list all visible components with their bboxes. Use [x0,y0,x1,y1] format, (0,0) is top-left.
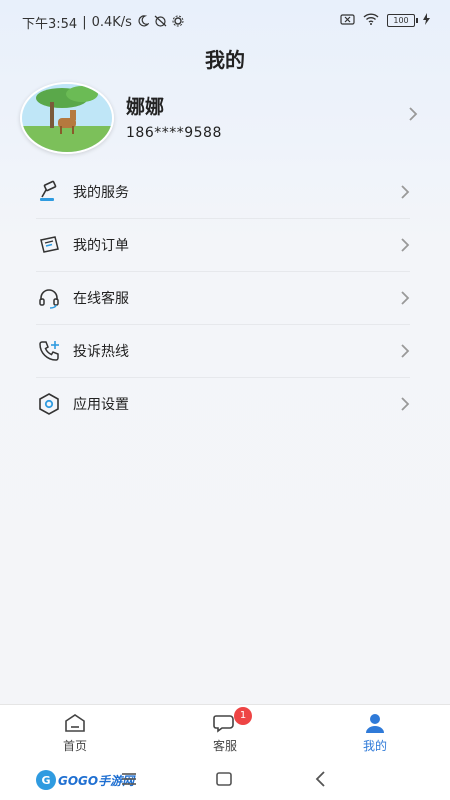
menu-list: 我的服务 我的订单 在线客服 投诉热线 应用设置 [36,166,410,430]
moon-icon [137,14,150,31]
wifi-icon [363,13,379,28]
status-bar: 下午3:54 | 0.4K/s 100 [0,0,450,42]
status-right: 100 [340,13,430,28]
menu-item-app-settings[interactable]: 应用设置 [36,378,410,430]
profile-card[interactable]: 娜娜 186****9588 [20,80,430,154]
service-icon [36,179,62,205]
home-nav-icon[interactable] [215,770,233,792]
chevron-right-icon [400,396,410,416]
headset-icon [36,285,62,311]
tab-mine[interactable]: 我的 [335,711,415,754]
settings-icon [36,391,62,417]
status-left: 下午3:54 | 0.4K/s [22,13,184,32]
menu-item-complaint-hotline[interactable]: 投诉热线 [36,325,410,378]
home-icon [35,711,115,735]
status-time: 下午3:54 [22,17,78,32]
system-nav-bar: G GOGO手游网 [0,760,450,800]
menu-item-my-orders[interactable]: 我的订单 [36,219,410,272]
bottom-tab-bar: 首页 1 客服 我的 [0,704,450,761]
avatar[interactable] [20,82,114,154]
menu-label: 投诉热线 [73,344,129,360]
unread-badge: 1 [234,707,252,725]
battery-icon: 100 [387,14,418,27]
tab-label: 客服 [212,739,237,753]
tab-home[interactable]: 首页 [35,711,115,754]
tab-label: 我的 [362,739,387,753]
charging-icon [423,13,430,28]
chat-icon: 1 [185,707,265,735]
chevron-right-icon [400,184,410,204]
menu-label: 我的订单 [73,238,129,254]
user-name: 娜娜 [126,96,165,118]
alarm-off-icon [154,15,167,31]
tab-label: 首页 [62,739,87,753]
back-nav-icon[interactable] [314,770,328,792]
chevron-right-icon [400,290,410,310]
page-title: 我的 [205,48,245,72]
chevron-right-icon [400,237,410,257]
menu-label: 应用设置 [73,397,129,413]
chevron-right-icon[interactable] [408,106,418,126]
network-speed: 0.4K/s [91,15,132,30]
menu-item-my-service[interactable]: 我的服务 [36,166,410,219]
user-phone: 186****9588 [126,125,222,141]
menu-item-online-support[interactable]: 在线客服 [36,272,410,325]
phone-icon [36,338,62,364]
user-icon [335,711,415,735]
menu-nav-icon[interactable] [120,770,138,792]
menu-label: 在线客服 [73,291,129,307]
logo-badge-icon: G [36,770,56,790]
order-icon [36,232,62,258]
chevron-right-icon [400,343,410,363]
tab-customer-service[interactable]: 1 客服 [185,707,265,754]
sim-off-icon [340,13,355,28]
menu-label: 我的服务 [73,185,129,201]
gear-small-icon [172,15,184,31]
